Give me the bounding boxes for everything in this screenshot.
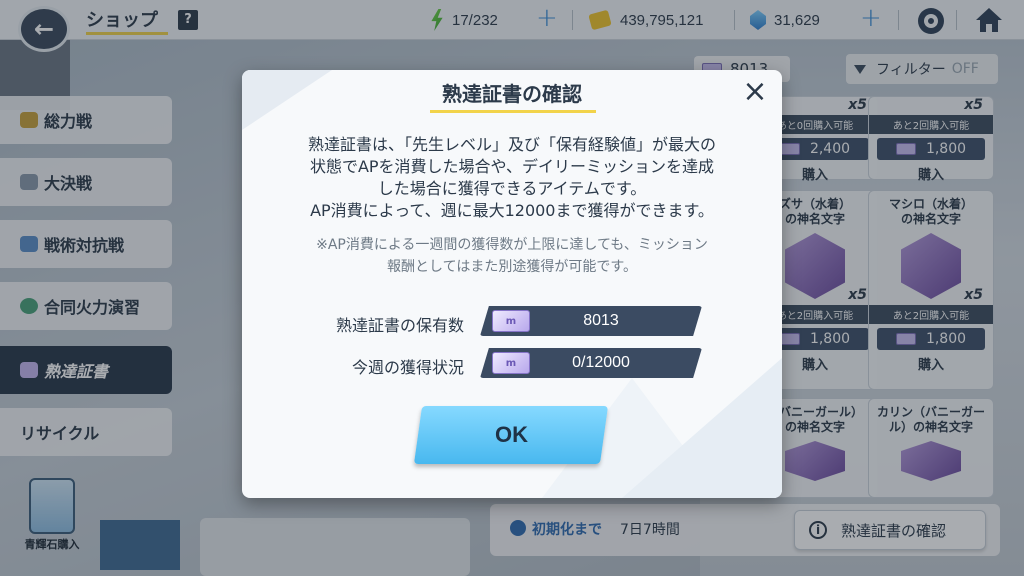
note-line: ※AP消費による一週間の獲得数が上限に達しても、ミッション <box>316 237 708 253</box>
decoration <box>622 358 782 498</box>
certificate-dialog: 熟達証書の確認 × 熟達証書は、「先生レベル」及び「保有経験値」が最大の 状態で… <box>242 70 782 498</box>
dialog-note: ※AP消費による一週間の獲得数が上限に達しても、ミッション 報酬としてはまた別途… <box>262 234 762 278</box>
description-line: した場合に獲得できるアイテムです。 <box>377 179 647 198</box>
ok-label: OK <box>494 422 528 447</box>
title-underline <box>430 110 596 113</box>
description-line: AP消費によって、週に最大12000まで獲得ができます。 <box>310 201 714 220</box>
weekly-value: 0/12000 <box>572 354 630 371</box>
owned-value-bar: m 8013 <box>480 306 702 336</box>
description-line: 熟達証書は、「先生レベル」及び「保有経験値」が最大の <box>307 135 716 154</box>
owned-label: 熟達証書の保有数 <box>335 316 464 335</box>
ok-button[interactable]: OK <box>413 406 609 464</box>
note-line: 報酬としてはまた別途獲得が可能です。 <box>387 259 637 275</box>
dialog-title: 熟達証書の確認 <box>442 82 582 106</box>
ticket-icon: m <box>492 352 530 374</box>
weekly-label: 今週の獲得状況 <box>351 358 464 377</box>
description-line: 状態でAPを消費した場合や、デイリーミッションを達成 <box>309 157 715 176</box>
ticket-icon: m <box>492 310 530 332</box>
close-icon[interactable]: × <box>740 77 770 108</box>
weekly-value-bar: m 0/12000 <box>480 348 702 378</box>
dialog-description: 熟達証書は、「先生レベル」及び「保有経験値」が最大の 状態でAPを消費した場合や… <box>262 134 762 222</box>
owned-value: 8013 <box>583 312 619 329</box>
